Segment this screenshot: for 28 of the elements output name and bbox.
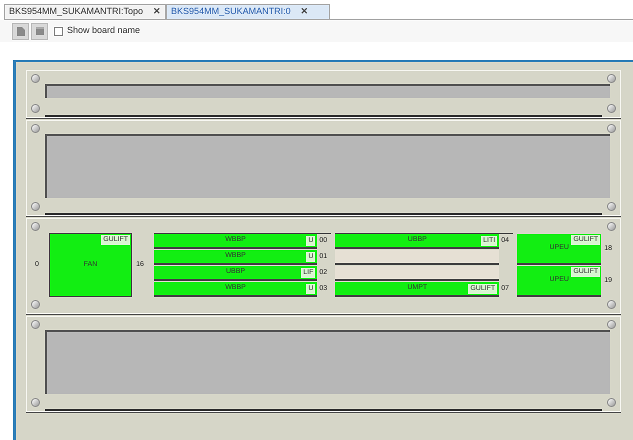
- screw-icon: [607, 398, 616, 407]
- screw-icon: [31, 104, 40, 113]
- screw-icon: [607, 74, 616, 83]
- document-icon: [16, 26, 26, 36]
- checkbox[interactable]: [54, 26, 63, 36]
- screw-icon: [607, 104, 616, 113]
- close-icon[interactable]: ✕: [300, 5, 309, 19]
- toolbar-button[interactable]: [12, 22, 29, 40]
- screw-icon: [607, 202, 616, 211]
- screw-icon: [31, 222, 40, 231]
- tab[interactable]: BKS954MM_SUKAMANTRI:0 ✕: [166, 4, 330, 19]
- empty-slot[interactable]: [335, 250, 500, 265]
- panel-icon: [34, 26, 44, 36]
- toolbar-button[interactable]: [31, 22, 48, 40]
- empty-slot[interactable]: [335, 266, 500, 281]
- close-icon[interactable]: ✕: [153, 5, 162, 19]
- screw-icon: [31, 398, 40, 407]
- screw-icon: [31, 74, 40, 83]
- screw-icon: [607, 124, 616, 133]
- screw-icon: [31, 300, 40, 309]
- screw-icon: [31, 124, 40, 133]
- screw-icon: [607, 222, 616, 231]
- checkbox-label: Show board name: [67, 24, 140, 38]
- screw-icon: [31, 320, 40, 329]
- screw-icon: [607, 320, 616, 329]
- tab[interactable]: BKS954MM_SUKAMANTRI:Topo ✕: [4, 4, 166, 19]
- screw-icon: [607, 300, 616, 309]
- screw-icon: [31, 202, 40, 211]
